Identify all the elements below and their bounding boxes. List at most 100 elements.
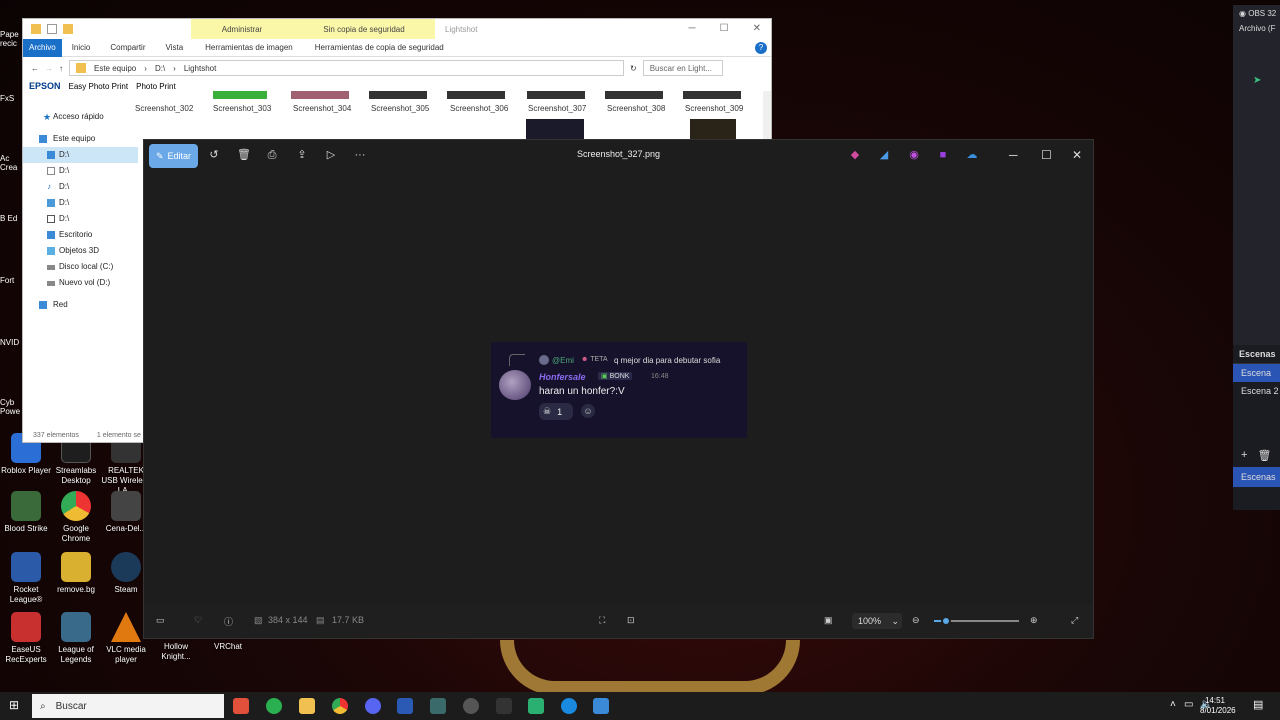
nav-quick-access[interactable]: ★ Acceso rápido (23, 109, 138, 125)
minimize-icon[interactable]: ─ (1009, 148, 1018, 162)
file-name[interactable]: Screenshot_305 (371, 104, 429, 113)
nav-d-drive[interactable]: D:\ (23, 195, 138, 211)
photo-print-button[interactable]: Photo Print (136, 82, 176, 91)
zoom-slider[interactable] (934, 616, 1019, 626)
info-icon[interactable]: ⓘ (224, 615, 233, 628)
file-name[interactable]: Screenshot_302 (135, 104, 193, 113)
nav-d-drive[interactable]: D:\ (23, 211, 138, 227)
file-thumbnail[interactable] (369, 91, 427, 99)
nav-disk-d[interactable]: Nuevo vol (D:) (23, 275, 138, 291)
tab-archivo[interactable]: Archivo (23, 38, 62, 57)
zoom-in-icon[interactable]: ⊕ (1030, 615, 1038, 626)
maximize-icon[interactable]: ☐ (720, 23, 729, 34)
fit-window-icon[interactable]: ▣ (824, 615, 833, 626)
file-thumbnail[interactable] (526, 119, 584, 141)
send-icon[interactable]: ➤ (1253, 75, 1261, 86)
file-name[interactable]: Screenshot_303 (213, 104, 271, 113)
desktop-icon-rocket-league[interactable]: Rocket League® (0, 552, 52, 605)
filmstrip-icon[interactable]: ▭ (156, 615, 165, 626)
tab-compartir[interactable]: Compartir (100, 43, 155, 52)
windows-start-icon[interactable]: ⊞ (9, 699, 22, 712)
chrome-icon[interactable] (332, 698, 348, 714)
nav-3d-objects[interactable]: Objetos 3D (23, 243, 138, 259)
address-bar[interactable]: Este equipo › D:\ › Lightshot (69, 60, 624, 76)
close-icon[interactable]: ✕ (1072, 148, 1082, 162)
designer-icon[interactable]: ◢ (878, 149, 890, 161)
search-input[interactable]: Buscar en Light... (642, 60, 723, 76)
clipchamp-icon[interactable]: ◉ (908, 149, 920, 161)
refresh-icon[interactable]: ↻ (630, 64, 637, 73)
scene-item[interactable]: Escena (1233, 364, 1280, 382)
audio-meter-icon[interactable] (496, 698, 512, 714)
cloud-sync-icon[interactable]: ☁ (966, 149, 978, 161)
scan-icon[interactable]: ⊡ (627, 615, 635, 626)
desktop-icon-lol[interactable]: League of Legends (50, 612, 102, 665)
photos-icon[interactable] (593, 698, 609, 714)
checkbox-icon[interactable] (47, 24, 57, 34)
photos-viewer-window[interactable]: ✎ Editar ↺ 🗑 ⎙ ⇪ ▷ ··· Screenshot_327.pn… (143, 139, 1094, 639)
maximize-icon[interactable]: ☐ (1041, 148, 1052, 162)
help-icon[interactable]: ? (755, 41, 767, 54)
file-thumbnail[interactable] (605, 91, 663, 99)
tab-vista[interactable]: Vista (156, 43, 194, 52)
copilot-icon[interactable]: ◆ (849, 149, 861, 161)
whatsapp-icon[interactable] (266, 698, 282, 714)
notification-icon[interactable]: ▤ (1253, 698, 1263, 711)
taskbar-clock[interactable]: 14:51 8/01/2026 (1200, 696, 1236, 716)
edge-icon[interactable] (561, 698, 577, 714)
nav-d-drive[interactable]: ♪ D:\ (23, 179, 138, 195)
obs-menu-file[interactable]: Archivo (F (1233, 18, 1280, 33)
nav-network[interactable]: Red (23, 297, 138, 313)
forward-icon[interactable]: → (45, 64, 53, 73)
nav-disk-c[interactable]: Disco local (C:) (23, 259, 138, 275)
file-name[interactable]: Screenshot_309 (685, 104, 743, 113)
desktop-icon-hollow-knight[interactable]: Hollow Knight... (150, 642, 202, 662)
video-editor-icon[interactable]: ■ (937, 149, 949, 161)
path-segment[interactable]: Lightshot (184, 64, 216, 73)
scene-item[interactable]: Escena 2 (1233, 382, 1280, 400)
add-icon[interactable]: + (1241, 449, 1247, 462)
close-icon[interactable]: ✕ (753, 23, 761, 34)
taskbar-search[interactable]: ⌕ Buscar (32, 694, 224, 718)
favorite-icon[interactable]: ♡ (194, 615, 202, 626)
easy-photo-print-button[interactable]: Easy Photo Print (69, 82, 129, 91)
tab-inicio[interactable]: Inicio (62, 43, 101, 52)
file-name[interactable]: Screenshot_306 (450, 104, 508, 113)
app-icon[interactable] (528, 698, 544, 714)
file-name[interactable]: Screenshot_307 (528, 104, 586, 113)
path-segment[interactable]: Este equipo (94, 64, 136, 73)
brave-icon[interactable] (233, 698, 249, 714)
minimize-icon[interactable]: ─ (689, 23, 696, 34)
zoom-dropdown[interactable]: 100% ⌄ (852, 613, 902, 629)
desktop-icon-chrome[interactable]: Google Chrome (50, 491, 102, 544)
desktop-icon-easeus[interactable]: EaseUS RecExperts (0, 612, 52, 665)
scenes-dock-tab[interactable]: Escenas (1233, 467, 1280, 487)
file-thumbnail[interactable] (690, 119, 736, 141)
desktop-icon-blood-strike[interactable]: Blood Strike (0, 491, 52, 534)
file-thumbnail[interactable] (213, 91, 267, 99)
nav-desktop[interactable]: Escritorio (23, 227, 138, 243)
file-explorer-icon[interactable] (299, 698, 315, 714)
file-name[interactable]: Screenshot_308 (607, 104, 665, 113)
nav-d-drive[interactable]: D:\ (23, 147, 138, 163)
file-thumbnail[interactable] (291, 91, 349, 99)
file-name[interactable]: Screenshot_304 (293, 104, 351, 113)
file-thumbnail[interactable] (447, 91, 505, 99)
word-icon[interactable] (397, 698, 413, 714)
discord-icon[interactable] (365, 698, 381, 714)
tab-backup-tools[interactable]: Herramientas de copia de seguridad (303, 43, 454, 52)
delete-icon[interactable]: 🗑 (1257, 449, 1271, 462)
desktop-icon-removebg[interactable]: remove.bg (50, 552, 102, 595)
zoom-out-icon[interactable]: ⊖ (912, 615, 920, 626)
nav-this-pc[interactable]: Este equipo (23, 131, 138, 147)
desktop-icon-vrchat[interactable]: VRChat (202, 642, 254, 652)
chevron-up-icon[interactable]: ˄ (1170, 699, 1176, 710)
tab-image-tools[interactable]: Herramientas de imagen (193, 43, 303, 52)
capcut-icon[interactable] (430, 698, 446, 714)
obs-window[interactable]: ◉ OBS 32 Archivo (F ➤ Escenas Escena Esc… (1233, 5, 1280, 510)
file-thumbnail[interactable] (683, 91, 741, 99)
file-thumbnail[interactable] (527, 91, 585, 99)
crop-icon[interactable]: ⛶ (599, 615, 605, 626)
display-icon[interactable]: ▭ (1184, 699, 1193, 710)
back-icon[interactable]: ← (31, 64, 39, 73)
